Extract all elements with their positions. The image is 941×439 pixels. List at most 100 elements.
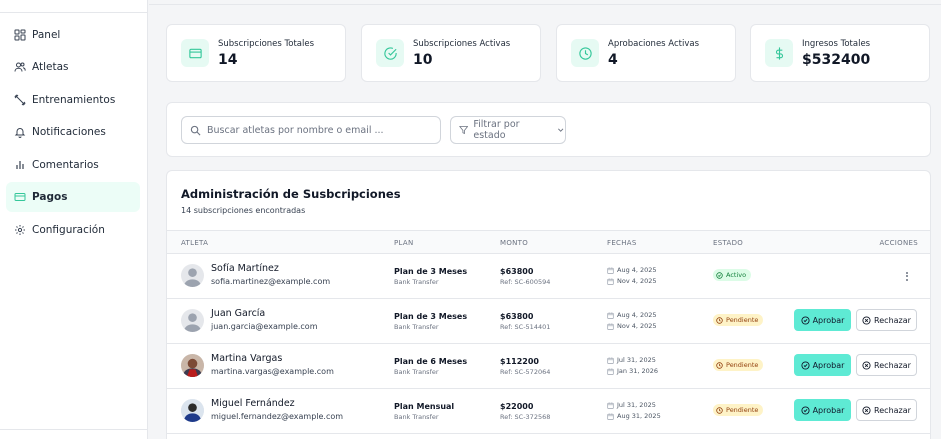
status-badge: Pendiente: [713, 404, 764, 416]
end-date: Jan 31, 2026: [607, 367, 658, 375]
grid-icon: [14, 29, 26, 41]
stat-card-total-revenue: Ingresos Totales $532400: [750, 24, 930, 82]
stat-value: $532400: [802, 52, 871, 68]
chevron-down-icon: [557, 128, 564, 132]
dollar-icon: [765, 39, 793, 67]
payment-method: Bank Transfer: [394, 368, 439, 376]
sidebar-item-configuracion[interactable]: Configuración: [6, 215, 140, 245]
clock-icon: [716, 406, 723, 414]
x-circle-icon: [862, 405, 871, 415]
calendar-icon: [607, 367, 614, 375]
status-filter-dropdown[interactable]: Filtrar por estado: [450, 116, 566, 144]
amount: $63800: [500, 312, 534, 321]
table-row: Martina Vargas martina.vargas@example.co…: [167, 344, 930, 389]
stat-label: Subscripciones Totales: [218, 39, 315, 49]
reference: Ref: SC-572064: [500, 368, 551, 376]
end-date-text: Jan 31, 2026: [617, 367, 659, 375]
amount: $22000: [500, 402, 534, 411]
athlete-name: Sofía Martínez: [211, 263, 279, 274]
approve-button[interactable]: Aprobar: [794, 399, 851, 421]
subscriptions-panel: Administración de Susbcripciones 14 subs…: [166, 170, 931, 439]
sidebar-item-entrenamientos[interactable]: Entrenamientos: [6, 85, 140, 115]
stat-label: Subscripciones Activas: [413, 39, 511, 49]
athlete-email: sofia.martinez@example.com: [211, 277, 331, 286]
avatar: [181, 399, 204, 422]
status-text: Activo: [726, 271, 747, 279]
status-text: Pendiente: [726, 361, 759, 369]
bar-chart-icon: [14, 159, 26, 171]
table-row: Miguel Fernández miguel.fernandez@exampl…: [167, 389, 930, 434]
reject-label: Rechazar: [874, 405, 911, 415]
x-circle-icon: [862, 315, 871, 325]
search-input[interactable]: [207, 124, 437, 136]
sidebar-item-label: Configuración: [32, 224, 105, 236]
check-circle-icon: [801, 315, 810, 325]
sidebar-item-label: Entrenamientos: [32, 94, 116, 106]
check-circle-icon: [801, 405, 810, 415]
sidebar-item-panel[interactable]: Panel: [6, 20, 140, 50]
stat-card-total-subscriptions: Subscripciones Totales 14: [166, 24, 346, 82]
table-header: ATLETA PLAN MONTO FECHAS ESTADO ACCIONES: [167, 230, 930, 254]
calendar-icon: [607, 401, 614, 409]
x-circle-icon: [862, 360, 871, 370]
sidebar-item-atletas[interactable]: Atletas: [6, 52, 140, 82]
reject-button[interactable]: Rechazar: [856, 354, 917, 376]
sidebar: Panel Atletas Entrenamientos Notificacio…: [0, 0, 148, 439]
approve-label: Aprobar: [812, 315, 845, 325]
amount: $63800: [500, 267, 534, 276]
calendar-icon: [607, 277, 614, 285]
calendar-icon: [607, 322, 614, 330]
avatar: [181, 264, 204, 287]
start-date-text: Aug 4, 2025: [617, 311, 657, 319]
start-date: Aug 4, 2025: [607, 266, 657, 274]
users-icon: [14, 61, 26, 73]
start-date-text: Jul 31, 2025: [617, 356, 656, 364]
end-date-text: Aug 31, 2025: [617, 412, 661, 420]
reference: Ref: SC-372568: [500, 413, 551, 421]
approve-button[interactable]: Aprobar: [794, 354, 851, 376]
payment-method: Bank Transfer: [394, 323, 439, 331]
more-options-icon[interactable]: [901, 269, 913, 283]
payment-method: Bank Transfer: [394, 278, 439, 286]
stat-card-active-approvals: Aprobaciones Activas 4: [556, 24, 736, 82]
athlete-name: Martina Vargas: [211, 353, 283, 364]
panel-subtitle: 14 subscripciones encontradas: [181, 206, 306, 215]
reject-button[interactable]: Rechazar: [856, 399, 917, 421]
sidebar-item-label: Notificaciones: [32, 126, 106, 138]
filter-icon: [459, 126, 469, 135]
athlete-email: martina.vargas@example.com: [211, 367, 334, 376]
clock-icon: [716, 361, 723, 369]
column-header-amount: MONTO: [500, 239, 529, 247]
reference: Ref: SC-600594: [500, 278, 551, 286]
calendar-icon: [607, 356, 614, 364]
stat-label: Ingresos Totales: [802, 39, 871, 49]
plan-name: Plan de 3 Meses: [394, 267, 468, 276]
reject-button[interactable]: Rechazar: [856, 309, 917, 331]
credit-card-icon: [14, 191, 26, 203]
approve-label: Aprobar: [812, 360, 845, 370]
sidebar-item-pagos[interactable]: Pagos: [6, 182, 140, 212]
athlete-name: Miguel Fernández: [211, 398, 295, 409]
avatar: [181, 309, 204, 332]
column-header-dates: FECHAS: [607, 239, 637, 247]
plan-name: Plan Mensual: [394, 402, 455, 411]
plan-name: Plan de 6 Meses: [394, 357, 468, 366]
stat-label: Aprobaciones Activas: [608, 39, 700, 49]
sidebar-item-label: Pagos: [32, 191, 68, 203]
approve-button[interactable]: Aprobar: [794, 309, 851, 331]
athlete-email: juan.garcia@example.com: [211, 322, 318, 331]
status-filter-label: Filtrar por estado: [473, 119, 520, 141]
sidebar-item-label: Atletas: [32, 61, 69, 73]
clock-icon: [716, 316, 723, 324]
sidebar-item-comentarios[interactable]: Comentarios: [6, 150, 140, 180]
amount: $112200: [500, 357, 539, 366]
sidebar-item-label: Comentarios: [32, 159, 99, 171]
stat-value: 4: [608, 52, 618, 68]
search-box[interactable]: [181, 116, 441, 144]
column-header-plan: PLAN: [394, 239, 414, 247]
start-date: Jul 31, 2025: [607, 356, 656, 364]
sidebar-item-notificaciones[interactable]: Notificaciones: [6, 117, 140, 147]
status-badge: Pendiente: [713, 359, 764, 371]
check-circle-icon: [716, 271, 723, 279]
stat-value: 10: [413, 52, 433, 68]
